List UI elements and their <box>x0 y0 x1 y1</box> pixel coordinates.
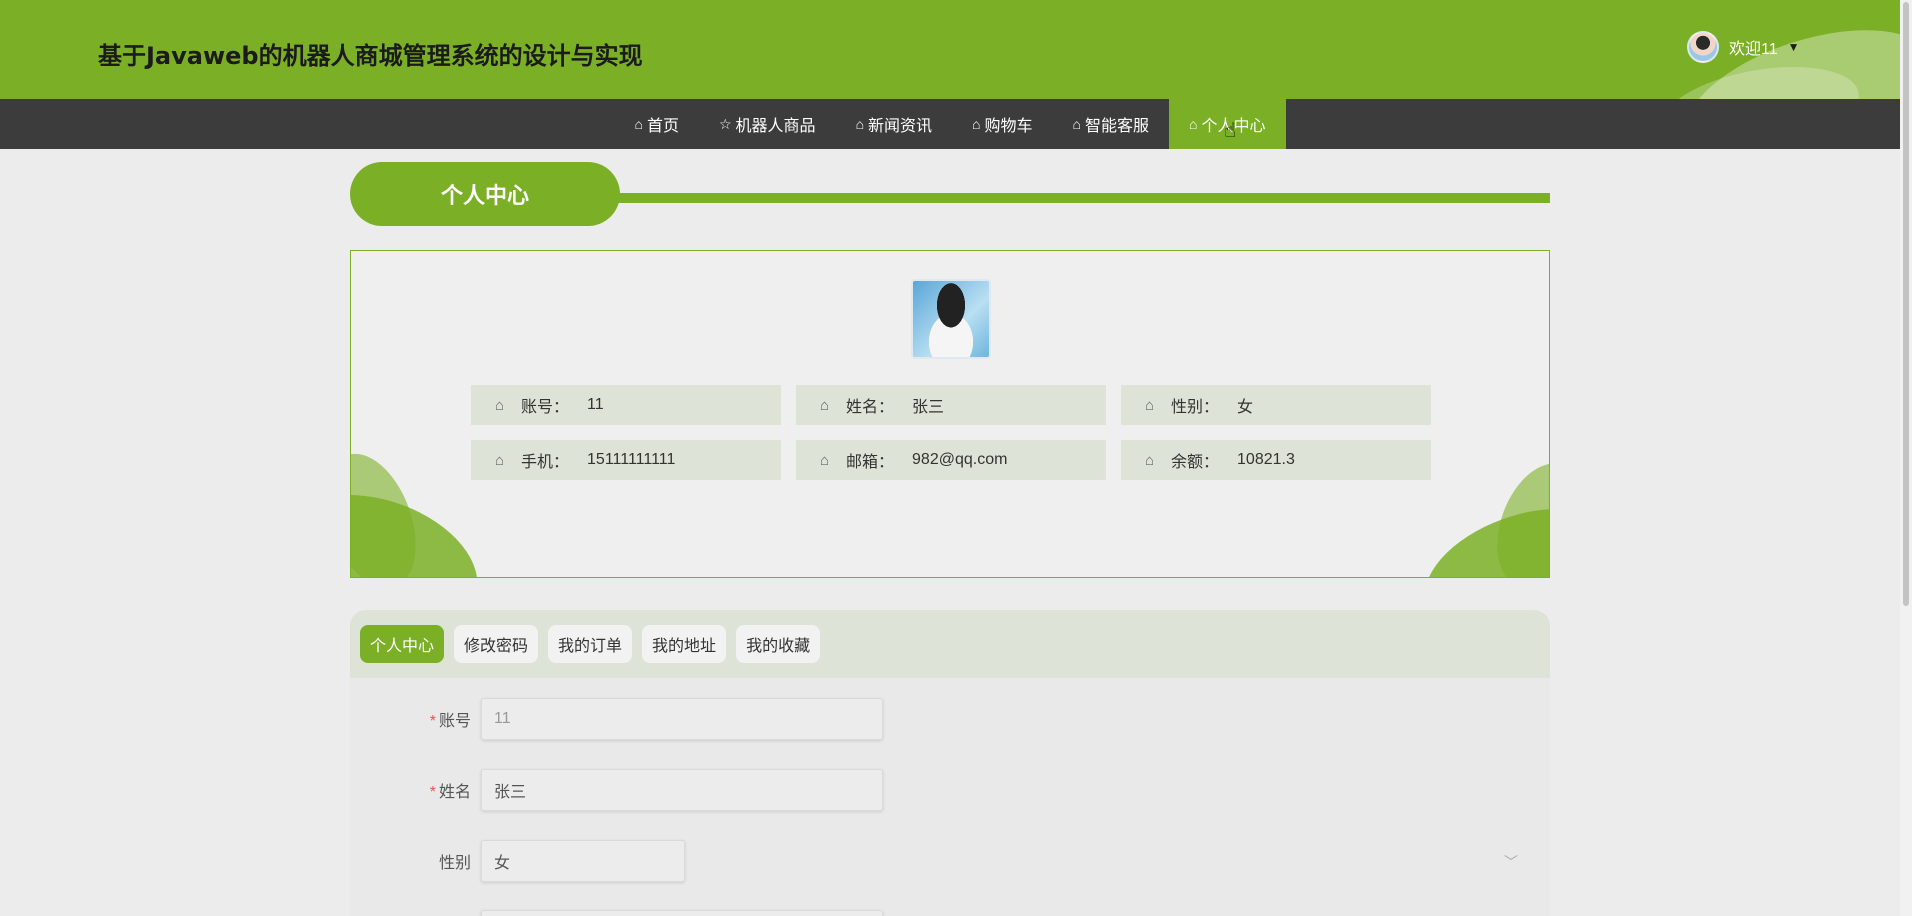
info-value: 982@qq.com <box>912 451 1008 468</box>
name-label: * 姓名 <box>429 784 471 801</box>
profile-card: ⌂ 账号： 11 ⌂ 姓名： 张三 ⌂ 性别： 女 ⌂ 手机： 15111111… <box>350 250 1550 578</box>
nav-item-customer-service[interactable]: ⌂ 智能客服 <box>1053 99 1169 149</box>
nav-item-label: 新闻资讯 <box>868 118 933 135</box>
section-title: 个人中心 <box>350 162 620 226</box>
nav-item-home[interactable]: ⌂ 首页 <box>615 99 699 149</box>
nav-item-news[interactable]: ⌂ 新闻资讯 <box>836 99 952 149</box>
info-email: ⌂ 邮箱： 982@qq.com <box>796 440 1106 480</box>
caret-down-icon[interactable]: ▼ <box>1788 40 1800 54</box>
info-label: 邮箱： <box>846 454 895 471</box>
home-icon: ⌂ <box>1145 396 1155 414</box>
home-icon: ⌂ <box>820 396 830 414</box>
site-title: 基于Javaweb的机器人商城管理系统的设计与实现 <box>98 42 643 70</box>
form-row-account: * 账号 11 <box>350 698 883 740</box>
star-icon: ☆ <box>718 115 732 132</box>
info-account: ⌂ 账号： 11 <box>471 385 781 425</box>
form-row-name: * 姓名 张三 <box>350 769 883 811</box>
chevron-down-icon[interactable]: ﹀ <box>1504 852 1518 872</box>
tab-my-favorites[interactable]: 我的收藏 <box>736 625 821 663</box>
home-icon: ⌂ <box>820 451 830 469</box>
profile-tabs: 个人中心 修改密码 我的订单 我的地址 我的收藏 <box>350 610 1550 678</box>
nav-item-cart[interactable]: ⌂ 购物车 <box>952 99 1052 149</box>
info-value: 15111111111 <box>587 451 676 468</box>
section-divider <box>610 193 1550 203</box>
info-gender: ⌂ 性别： 女 <box>1121 385 1431 425</box>
info-label: 性别： <box>1171 399 1220 416</box>
name-field[interactable]: 张三 <box>481 769 883 811</box>
tab-personal-center[interactable]: 个人中心 <box>360 625 445 663</box>
home-icon: ⌂ <box>495 451 505 469</box>
tab-my-address[interactable]: 我的地址 <box>642 625 727 663</box>
main-nav: ⌂ 首页 ☆ 机器人商品 ⌂ 新闻资讯 ⌂ 购物车 ⌂ 智能客服 ⌂ 个人中心 <box>0 99 1900 149</box>
user-avatar[interactable] <box>1687 31 1719 63</box>
bag-icon: ⌂ <box>855 116 865 132</box>
scrollbar-thumb[interactable] <box>1903 2 1909 606</box>
home-icon: ⌂ <box>495 396 505 414</box>
info-label: 账号： <box>521 399 570 416</box>
nav-item-label: 购物车 <box>984 118 1033 135</box>
info-phone: ⌂ 手机： 15111111111 <box>471 440 781 480</box>
info-value: 10821.3 <box>1237 451 1295 468</box>
mouse-pointer-icon: ☝ <box>1224 120 1237 142</box>
account-field[interactable]: 11 <box>481 698 883 740</box>
account-label: * 账号 <box>429 713 471 730</box>
form-row-next <box>350 910 883 916</box>
profile-form: * 账号 11 * 姓名 张三 性别 女 <box>350 678 1550 916</box>
info-value: 11 <box>587 396 604 413</box>
top-header: 基于Javaweb的机器人商城管理系统的设计与实现 <box>0 0 1900 99</box>
info-value: 张三 <box>912 399 945 416</box>
home-icon: ⌂ <box>634 116 643 132</box>
next-field[interactable] <box>481 910 883 916</box>
nav-item-label: 智能客服 <box>1085 118 1150 135</box>
home-icon: ⌂ <box>1072 116 1081 132</box>
nav-item-label: 首页 <box>646 118 679 135</box>
info-value: 女 <box>1237 399 1254 416</box>
gender-label: 性别 <box>438 855 471 872</box>
home-icon: ⌂ <box>1189 116 1198 132</box>
info-label: 姓名： <box>846 399 895 416</box>
user-menu[interactable]: 欢迎11 ▼ <box>1687 31 1800 63</box>
nav-item-robot-products[interactable]: ☆ 机器人商品 <box>699 99 836 149</box>
home-icon: ⌂ <box>1145 451 1155 469</box>
gender-select[interactable]: 女 <box>481 840 685 882</box>
page-scrollbar[interactable] <box>1900 0 1912 916</box>
home-icon: ⌂ <box>972 116 981 132</box>
form-row-gender: 性别 女 <box>350 840 685 882</box>
info-balance: ⌂ 余额： 10821.3 <box>1121 440 1431 480</box>
info-name: ⌂ 姓名： 张三 <box>796 385 1106 425</box>
tab-change-password[interactable]: 修改密码 <box>454 625 539 663</box>
tab-my-orders[interactable]: 我的订单 <box>548 625 633 663</box>
nav-item-label: 机器人商品 <box>735 118 816 135</box>
profile-avatar <box>911 279 991 359</box>
section-header: 个人中心 <box>350 162 1550 226</box>
info-label: 手机： <box>521 454 570 471</box>
info-label: 余额： <box>1171 454 1220 471</box>
welcome-text[interactable]: 欢迎11 <box>1729 35 1778 59</box>
